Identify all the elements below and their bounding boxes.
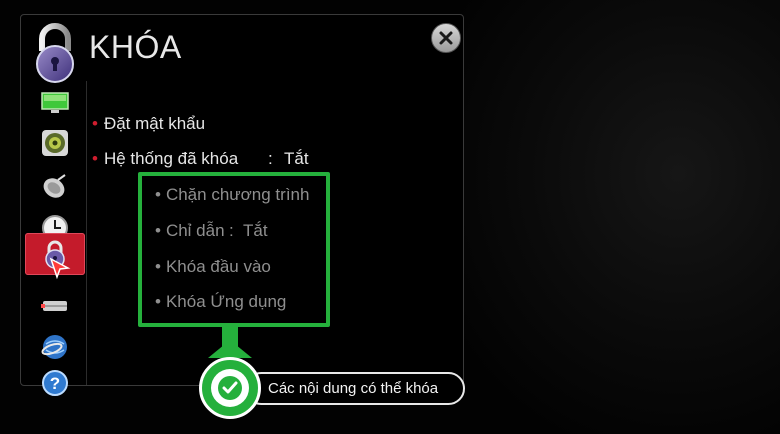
sidebar-item-network[interactable] — [25, 328, 85, 366]
menu-item-set-password[interactable]: • Đặt mật khẩu — [92, 114, 205, 134]
sidebar-item-support[interactable]: ? — [25, 364, 85, 402]
settings-sidebar: ? — [21, 81, 87, 396]
checkmark-icon — [218, 376, 242, 400]
close-button[interactable] — [431, 23, 461, 53]
help-icon: ? — [42, 370, 68, 396]
menu-item-label: Đặt mật khẩu — [103, 114, 206, 133]
cable-icon — [41, 301, 67, 311]
padlock-icon — [36, 23, 74, 83]
panel-header: KHÓA — [21, 15, 463, 93]
menu-item-label: Hệ thống đã khóa — [103, 149, 239, 168]
check-badge-inner — [211, 369, 249, 407]
globe-network-icon — [41, 335, 67, 359]
bullet: • — [92, 149, 98, 168]
sidebar-item-option[interactable] — [25, 287, 85, 325]
svg-text:?: ? — [50, 374, 60, 393]
page-title: KHÓA — [89, 29, 182, 65]
menu-item-system-lock[interactable]: • Hệ thống đã khóa — [92, 149, 238, 169]
speaker-icon — [42, 130, 68, 156]
system-lock-value: Tắt — [284, 149, 309, 168]
cursor-pointer-icon — [49, 257, 71, 280]
callout-connector-tip — [208, 340, 252, 358]
tv-screen-icon — [41, 92, 69, 113]
close-icon — [439, 31, 453, 45]
satellite-dish-icon — [43, 174, 66, 198]
bullet: • — [92, 114, 98, 133]
sidebar-item-channel[interactable] — [25, 168, 85, 206]
background — [440, 0, 780, 434]
highlight-box — [138, 172, 330, 327]
check-badge — [199, 357, 261, 419]
system-lock-separator: : — [268, 149, 273, 168]
sidebar-item-picture[interactable] — [25, 83, 85, 121]
callout-text: Các nội dung có thể khóa — [268, 380, 439, 397]
sidebar-item-audio[interactable] — [25, 124, 85, 162]
